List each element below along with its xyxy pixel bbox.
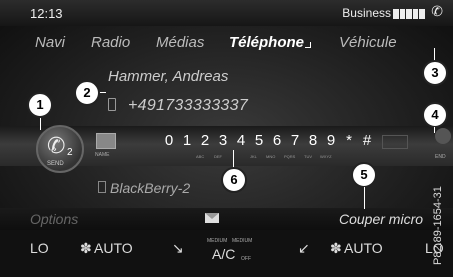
mobile-phone-icon [108, 98, 116, 111]
end-call-icon[interactable] [435, 128, 451, 144]
end-call-label: END [435, 154, 446, 160]
key-sub-label: ABC [196, 154, 205, 159]
callout-1: 1 [27, 92, 53, 118]
command-display: 12:13 Business ✆ Navi Radio Médias Télép… [0, 0, 453, 277]
callout-leader [364, 187, 365, 209]
call-count: 2 [67, 147, 73, 158]
callout-3: 3 [422, 60, 448, 86]
callout-leader [40, 116, 41, 130]
key-8[interactable]: 8 [304, 132, 322, 149]
name-button-label: NAME [95, 152, 110, 158]
tab-radio[interactable]: Radio [91, 34, 130, 51]
callout-2: 2 [74, 80, 100, 106]
callout-4: 4 [422, 102, 448, 128]
figure-code-text: P82.89-1654-31 [432, 186, 444, 265]
mute-microphone-button[interactable]: Couper micro [339, 211, 423, 227]
figure-code: P82.89-1654-31 [432, 170, 450, 270]
right-medium-label: MEDIUM [232, 238, 253, 244]
left-temperature[interactable]: LO [30, 240, 49, 256]
key-4[interactable]: 4 [232, 132, 250, 149]
phone-handset-icon: ✆ [47, 133, 66, 158]
ac-button[interactable]: A/C [212, 246, 235, 262]
key-sub-label: JKL [250, 154, 257, 159]
main-menu: Navi Radio Médias Téléphone Véhicule [0, 34, 453, 64]
right-fan-mode[interactable]: AUTO [344, 240, 383, 256]
keypad-digits: 0 1 2 3 4 5 6 7 8 9 * # [160, 132, 376, 149]
clear-button[interactable] [382, 135, 408, 149]
key-sub-label: DEF [214, 154, 222, 159]
signal-strength-icon [393, 9, 425, 19]
message-icon[interactable] [205, 213, 219, 223]
device-name: BlackBerry-2 [110, 180, 191, 196]
contact-name: Hammer, Andreas [108, 68, 229, 85]
left-fan-mode[interactable]: AUTO [94, 240, 133, 256]
options-button[interactable]: Options [30, 211, 78, 227]
clock: 12:13 [30, 6, 63, 21]
send-button-label: SEND [47, 161, 64, 167]
key-sub-label: TUV [304, 154, 312, 159]
left-medium-label: MEDIUM [207, 238, 228, 244]
key-sub-label: WXYZ [320, 154, 332, 159]
callout-leader [233, 150, 234, 168]
tab-navi[interactable]: Navi [35, 34, 65, 51]
name-button[interactable] [96, 133, 116, 149]
key-5[interactable]: 5 [250, 132, 268, 149]
key-1[interactable]: 1 [178, 132, 196, 149]
key-9[interactable]: 9 [322, 132, 340, 149]
tab-telephone[interactable]: Téléphone [229, 34, 312, 51]
key-6[interactable]: 6 [268, 132, 286, 149]
key-sub-label: PQRS [284, 154, 296, 159]
key-hash[interactable]: # [358, 132, 376, 149]
ac-status: OFF [241, 256, 251, 262]
key-7[interactable]: 7 [286, 132, 304, 149]
key-2[interactable]: 2 [196, 132, 214, 149]
key-0[interactable]: 0 [160, 132, 178, 149]
contact-number: +491733333337 [128, 97, 249, 114]
callout-6: 6 [221, 167, 247, 193]
key-3[interactable]: 3 [214, 132, 232, 149]
key-star[interactable]: * [340, 132, 358, 149]
right-airflow-icon[interactable]: ↙ [298, 240, 310, 257]
left-airflow-icon[interactable]: ↘ [172, 240, 184, 257]
status-bar: 12:13 Business ✆ [0, 0, 453, 26]
callout-leader [434, 127, 435, 133]
left-fan-icon: ✽ [80, 240, 92, 256]
key-sub-label: MNO [266, 154, 276, 159]
bluetooth-device-icon [98, 181, 106, 193]
tab-medias[interactable]: Médias [156, 34, 204, 51]
right-fan-icon: ✽ [330, 240, 342, 256]
carrier-name: Business [342, 6, 391, 20]
tab-vehicule[interactable]: Véhicule [339, 34, 397, 51]
callout-5: 5 [351, 162, 377, 188]
phone-connected-icon: ✆ [431, 3, 443, 19]
